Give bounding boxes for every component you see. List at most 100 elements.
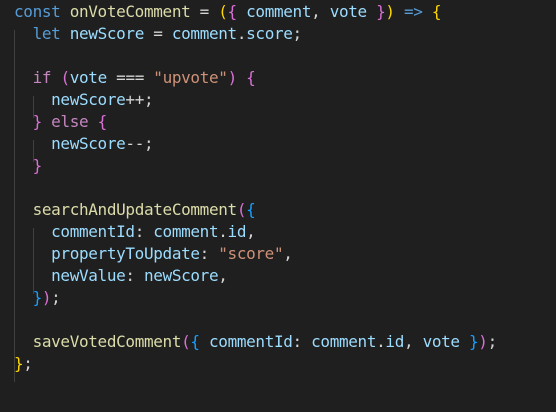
code-token: id	[227, 222, 247, 241]
code-token: commentId	[209, 332, 293, 351]
code-line[interactable]: if (vote === "upvote") {	[14, 67, 256, 89]
code-token: searchAndUpdateComment	[32, 200, 238, 219]
code-token: ,	[246, 222, 256, 241]
code-token: ,	[311, 2, 330, 21]
code-token: newScore	[69, 24, 145, 43]
code-token: .	[218, 222, 228, 241]
code-token: ===	[106, 68, 154, 87]
code-token: )	[227, 68, 238, 87]
code-line[interactable]: searchAndUpdateComment({	[14, 199, 256, 221]
code-token: saveVotedComment	[32, 332, 182, 351]
code-token: else	[51, 112, 98, 131]
code-token: newScore	[143, 266, 219, 285]
code-token: ;	[292, 24, 303, 43]
code-line[interactable]: };	[14, 353, 33, 375]
code-token: =	[190, 2, 219, 21]
code-token: score	[246, 24, 293, 43]
code-token: {	[97, 112, 108, 131]
code-token: "score"	[218, 244, 284, 263]
code-token: ,	[218, 266, 228, 285]
code-token: .	[376, 332, 386, 351]
code-token: .	[236, 24, 247, 43]
code-token: }	[32, 156, 43, 175]
code-line[interactable]: newScore++;	[14, 89, 153, 111]
code-token: ;	[51, 288, 61, 307]
code-token: =>	[394, 2, 423, 21]
code-token: }	[469, 332, 479, 351]
code-token: )	[478, 332, 488, 351]
code-line[interactable]: const onVoteComment = ({ comment, vote }…	[14, 1, 442, 23]
code-line[interactable]: newScore--;	[14, 133, 153, 155]
code-token: }	[32, 288, 43, 307]
code-token: =	[143, 24, 172, 43]
code-token: {	[246, 200, 256, 219]
code-line[interactable]: propertyToUpdate: "score",	[14, 243, 293, 265]
code-token: ,	[403, 332, 423, 351]
code-line[interactable]: } else {	[14, 111, 108, 133]
code-token: ;	[23, 354, 33, 373]
code-token: comment	[311, 332, 377, 351]
code-token: (	[218, 2, 228, 21]
code-token: (	[181, 332, 191, 351]
code-line[interactable]: newValue: newScore,	[14, 265, 228, 287]
code-editor[interactable]: const onVoteComment = ({ comment, vote }…	[0, 0, 556, 412]
code-token: }	[32, 112, 43, 131]
code-line[interactable]: saveVotedComment({ commentId: comment.id…	[14, 331, 498, 353]
code-token: {	[227, 2, 238, 21]
code-token: comment	[236, 2, 312, 21]
code-token: newValue	[51, 266, 126, 285]
code-token: vote	[422, 332, 460, 351]
code-token: :	[199, 244, 219, 263]
code-token: :	[292, 332, 312, 351]
code-token: )	[41, 288, 52, 307]
code-line[interactable]: let newScore = comment.score;	[14, 23, 303, 45]
code-token: newScore	[51, 90, 126, 109]
code-token: vote	[69, 68, 107, 87]
code-line[interactable]: }	[14, 155, 43, 177]
code-token: ,	[283, 244, 293, 263]
code-token: ;	[487, 332, 498, 351]
code-token: {	[246, 68, 256, 87]
code-token: commentId	[51, 222, 135, 241]
code-token: onVoteComment	[69, 2, 191, 21]
code-token: :	[125, 266, 144, 285]
code-line[interactable]: });	[14, 287, 61, 309]
code-line[interactable]: commentId: comment.id,	[14, 221, 256, 243]
code-token: const	[14, 2, 70, 21]
code-token: propertyToUpdate	[51, 244, 200, 263]
code-token: }	[376, 2, 386, 21]
code-token: if	[32, 68, 61, 87]
code-token: :	[134, 222, 154, 241]
code-token: )	[385, 2, 395, 21]
code-token: {	[431, 2, 442, 21]
code-token: {	[190, 332, 200, 351]
code-token: id	[385, 332, 404, 351]
code-token: (	[236, 200, 247, 219]
code-token: vote	[329, 2, 377, 21]
code-token: (	[60, 68, 70, 87]
code-token: comment	[171, 24, 237, 43]
code-token: }	[14, 354, 24, 373]
code-token: newScore	[51, 134, 126, 153]
code-token: "upvote"	[153, 68, 228, 87]
code-token: comment	[153, 222, 219, 241]
code-token: ++;	[125, 90, 154, 109]
code-token: let	[32, 24, 70, 43]
